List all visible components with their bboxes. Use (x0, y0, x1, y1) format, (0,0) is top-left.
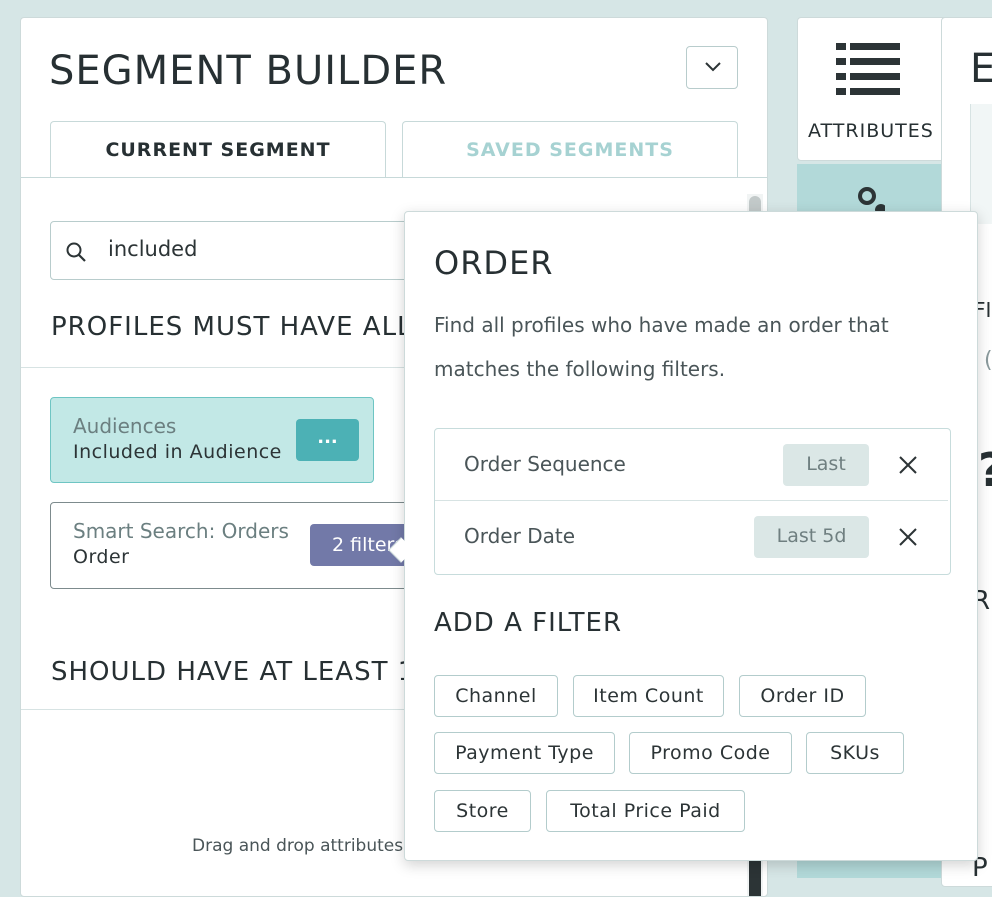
filter-name: Order Date (464, 524, 575, 548)
popover-description: Find all profiles who have made an order… (434, 313, 889, 381)
filter-chip-item-count[interactable]: Item Count (573, 675, 724, 717)
search-value[interactable]: included (108, 237, 197, 261)
list-icon (836, 43, 900, 95)
card-subtitle: Included in Audience (73, 441, 282, 463)
drop-zone-hint: Drag and drop attributes (192, 836, 404, 856)
smart-search-card[interactable]: Smart Search: Orders Order 2 filters (50, 502, 430, 589)
right-inner-box (970, 104, 992, 224)
filter-name: Order Sequence (464, 452, 626, 476)
scroll-thumb-lower[interactable] (749, 856, 761, 896)
page-title: SEGMENT BUILDER (49, 48, 448, 94)
should-have-section-title: SHOULD HAVE AT LEAST 1 ( (51, 657, 436, 687)
filter-chip-store[interactable]: Store (434, 790, 531, 832)
more-options-button[interactable]: ... (296, 419, 359, 461)
collapse-button[interactable] (686, 46, 738, 89)
popover-title: ORDER (434, 244, 554, 282)
attributes-label: ATTRIBUTES (808, 120, 934, 142)
filter-chip-channel[interactable]: Channel (434, 675, 558, 717)
right-panel-title-fragment: E (970, 46, 992, 92)
filter-chip-order-id[interactable]: Order ID (739, 675, 866, 717)
remove-filter-icon[interactable] (897, 454, 919, 476)
chevron-down-icon (705, 62, 721, 72)
remove-filter-icon[interactable] (897, 526, 919, 548)
card-title: Audiences (73, 414, 177, 438)
add-filter-title: ADD A FILTER (434, 608, 623, 638)
search-input[interactable]: included (50, 221, 450, 280)
filter-value-badge[interactable]: Last 5d (754, 516, 869, 558)
filter-chip-total-price-paid[interactable]: Total Price Paid (546, 790, 745, 832)
tab-divider (21, 177, 767, 178)
filter-value-badge[interactable]: Last (783, 444, 869, 486)
filter-chip-promo-code[interactable]: Promo Code (629, 732, 792, 774)
must-have-section-title: PROFILES MUST HAVE ALL (51, 312, 413, 342)
audience-card[interactable]: Audiences Included in Audience ... (50, 397, 374, 483)
active-filters-list: Order Sequence Last Order Date Last 5d (434, 428, 951, 575)
order-filter-popover: ORDER Find all profiles who have made an… (404, 211, 978, 861)
card-subtitle: Order (73, 546, 130, 568)
filter-chip-skus[interactable]: SKUs (806, 732, 904, 774)
attributes-tab[interactable]: ATTRIBUTES (797, 17, 945, 161)
nodes-icon (858, 187, 885, 214)
tab-current-segment[interactable]: CURRENT SEGMENT (50, 121, 386, 178)
filter-row: Order Sequence Last (435, 429, 948, 501)
right-panel-fragment: ? (978, 443, 992, 497)
tab-saved-segments[interactable]: SAVED SEGMENTS (402, 121, 738, 178)
search-icon (66, 242, 86, 262)
filter-row: Order Date Last 5d (435, 501, 948, 572)
filter-chip-payment-type[interactable]: Payment Type (434, 732, 615, 774)
card-title: Smart Search: Orders (73, 519, 289, 543)
right-panel-fragment: ( (984, 348, 992, 373)
